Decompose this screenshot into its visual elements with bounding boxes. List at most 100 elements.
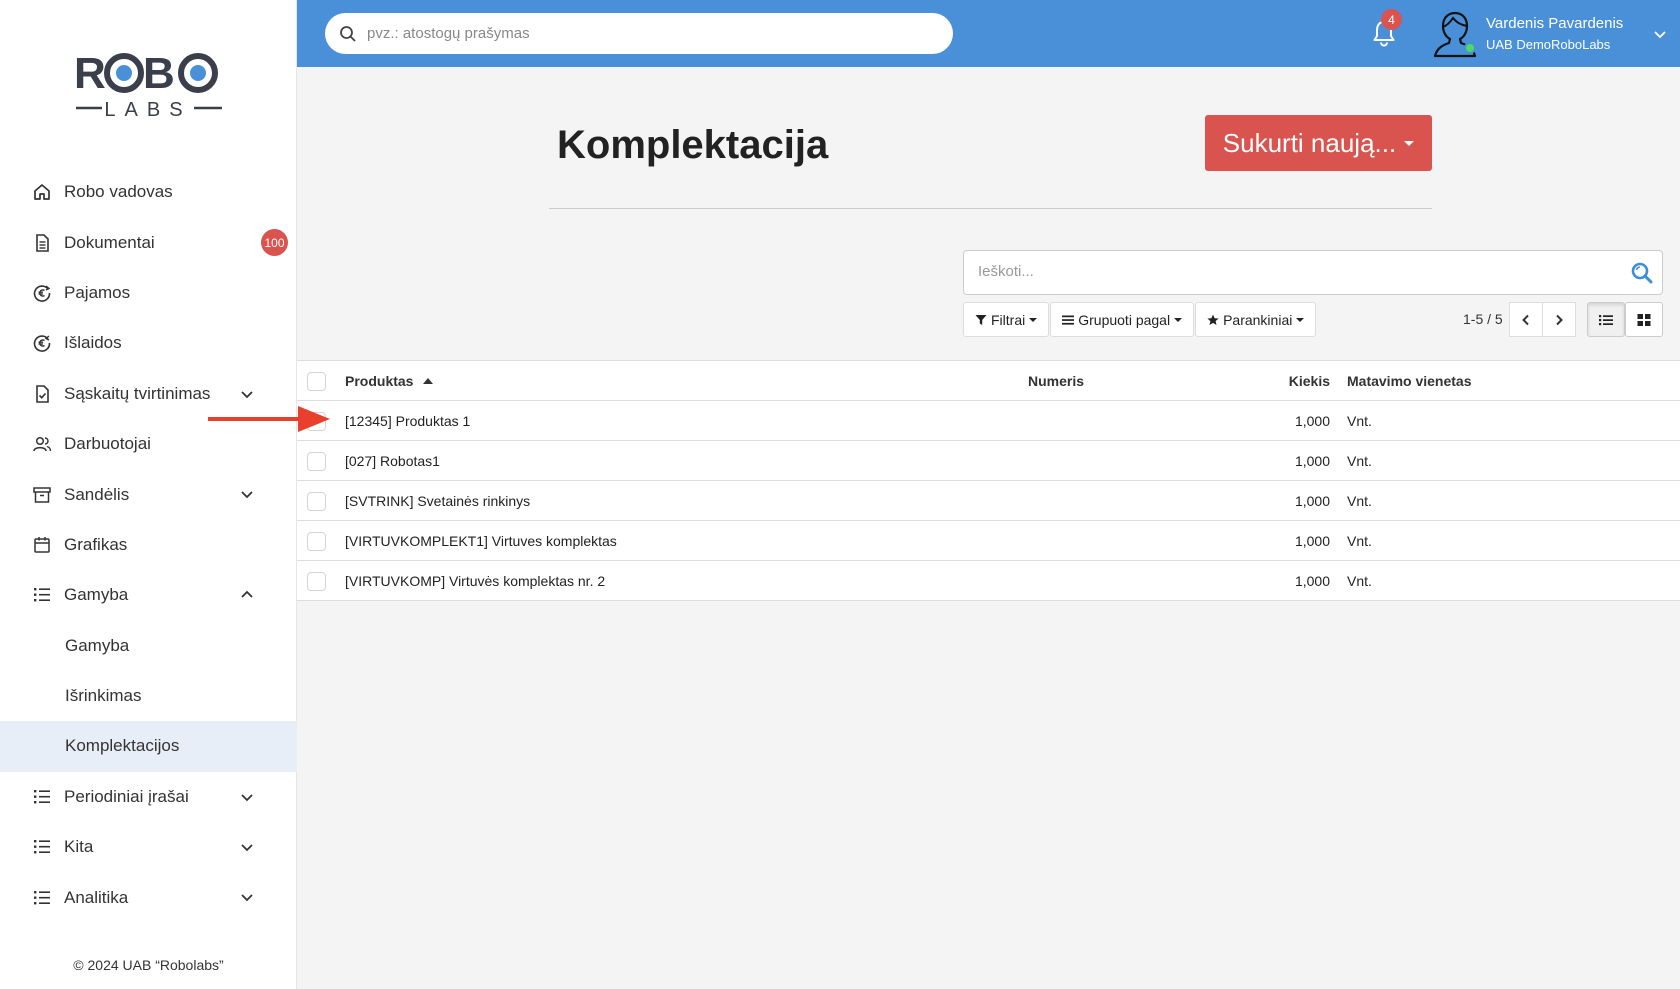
uom-cell: Vnt.: [1347, 573, 1372, 589]
table-row[interactable]: [027] Robotas1 1,000 Vnt.: [297, 441, 1680, 481]
column-header-uom[interactable]: Matavimo vienetas: [1347, 361, 1472, 401]
sidebar-item-label: Grafikas: [64, 534, 128, 554]
user-name[interactable]: Vardenis Pavardenis: [1486, 15, 1623, 32]
sidebar-item-robo-vadovas[interactable]: Robo vadovas: [0, 167, 297, 217]
bars-icon: [1062, 315, 1075, 325]
list-view-icon: [1599, 314, 1613, 325]
title-divider: [549, 208, 1432, 209]
kanban-view-button[interactable]: [1625, 302, 1663, 337]
products-table: Produktas Numeris Kiekis Matavimo vienet…: [297, 360, 1680, 601]
sidebar: R B LABS Robo vadovas Dokumentai 100 Paj…: [0, 0, 297, 989]
uom-cell: Vnt.: [1347, 413, 1372, 429]
sidebar-item-periodiniai-irasai[interactable]: Periodiniai įrašai: [0, 772, 297, 822]
column-header-quantity[interactable]: Kiekis: [297, 361, 1330, 401]
invoice-check-icon: [32, 384, 52, 404]
uom-cell: Vnt.: [1347, 453, 1372, 469]
svg-text:LABS: LABS: [104, 99, 191, 121]
group-by-label: Grupuoti pagal: [1078, 311, 1171, 328]
previous-page-button[interactable]: [1509, 302, 1543, 337]
top-bar: 4 Vardenis Pavardenis UAB DemoRoboLabs: [297, 0, 1680, 67]
svg-text:R: R: [74, 49, 105, 98]
quantity-cell: 1,000: [1294, 493, 1330, 509]
annotation-arrow-icon: [208, 406, 330, 432]
sidebar-item-kita[interactable]: Kita: [0, 822, 297, 872]
chevron-down-icon[interactable]: [239, 839, 255, 855]
list-icon: [32, 787, 52, 807]
sidebar-item-label: Išlaidos: [64, 333, 122, 353]
next-page-button[interactable]: [1542, 302, 1576, 337]
sidebar-subitem-gamyba[interactable]: Gamyba: [0, 621, 297, 671]
pager-value[interactable]: 1-5 / 5: [1463, 311, 1503, 327]
chevron-left-icon: [1522, 314, 1529, 325]
caret-down-icon: [1404, 140, 1415, 146]
search-icon: [340, 25, 356, 42]
document-icon: [32, 233, 52, 253]
table-row[interactable]: [VIRTUVKOMP] Virtuvės komplektas nr. 2 1…: [297, 561, 1680, 601]
sidebar-item-grafikas[interactable]: Grafikas: [0, 520, 297, 570]
sidebar-item-label: Darbuotojai: [64, 434, 151, 454]
global-search-input[interactable]: [367, 25, 927, 42]
sidebar-item-label: Periodiniai įrašai: [64, 786, 189, 806]
table-row[interactable]: [12345] Produktas 1 1,000 Vnt.: [297, 401, 1680, 441]
grid-view-icon: [1637, 313, 1651, 326]
sidebar-item-dokumentai[interactable]: Dokumentai 100: [0, 217, 297, 267]
list-icon: [32, 585, 52, 605]
chevron-down-icon[interactable]: [1652, 26, 1668, 42]
sidebar-item-label: Išrinkimas: [65, 686, 142, 706]
sidebar-subitem-isrinkimas[interactable]: Išrinkimas: [0, 671, 297, 721]
sidebar-subitem-komplektacijos[interactable]: Komplektacijos: [0, 721, 297, 772]
page-title: Komplektacija: [557, 123, 829, 167]
global-search[interactable]: [325, 13, 953, 54]
sidebar-item-label: Komplektacijos: [65, 736, 180, 756]
euro-expense-icon: [32, 333, 52, 353]
sidebar-item-analitika[interactable]: Analitika: [0, 872, 297, 922]
copyright-footer: © 2024 UAB “Robolabs”: [73, 957, 224, 973]
quantity-cell: 1,000: [1294, 453, 1330, 469]
calendar-icon: [32, 535, 52, 555]
list-search-input[interactable]: [978, 263, 1618, 280]
quantity-cell: 1,000: [1294, 533, 1330, 549]
filters-button[interactable]: Filtrai: [963, 302, 1050, 337]
table-header-row: Produktas Numeris Kiekis Matavimo vienet…: [297, 361, 1680, 401]
chevron-up-icon[interactable]: [239, 587, 255, 603]
list-view-button[interactable]: [1587, 302, 1625, 337]
quantity-cell: 1,000: [1294, 413, 1330, 429]
chevron-right-icon: [1556, 314, 1563, 325]
search-options-toolbar: Filtrai Grupuoti pagal Parankiniai: [963, 302, 1317, 337]
list-icon: [32, 837, 52, 857]
sidebar-item-label: Pajamos: [64, 282, 131, 302]
sidebar-item-pajamos[interactable]: Pajamos: [0, 268, 297, 318]
list-search[interactable]: [963, 250, 1663, 295]
home-icon: [32, 182, 52, 202]
user-company[interactable]: UAB DemoRoboLabs: [1486, 37, 1610, 52]
sidebar-item-label: Gamyba: [64, 585, 129, 605]
sidebar-item-gamyba[interactable]: Gamyba: [0, 570, 297, 620]
uom-cell: Vnt.: [1347, 493, 1372, 509]
caret-down-icon: [1029, 317, 1038, 322]
sidebar-item-label: Sąskaitų tvirtinimas: [64, 383, 211, 403]
chevron-down-icon[interactable]: [239, 789, 255, 805]
search-icon[interactable]: [1630, 261, 1654, 285]
sidebar-item-islaidos[interactable]: Išlaidos: [0, 318, 297, 368]
users-icon: [32, 434, 52, 454]
documents-count-badge: 100: [261, 229, 288, 257]
sidebar-item-label: Analitika: [64, 887, 129, 907]
quantity-cell: 1,000: [1294, 573, 1330, 589]
group-by-button[interactable]: Grupuoti pagal: [1050, 302, 1195, 337]
sidebar-nav: Robo vadovas Dokumentai 100 Pajamos Išla…: [0, 167, 297, 923]
table-row[interactable]: [VIRTUVKOMPLEKT1] Virtuves komplektas 1,…: [297, 521, 1680, 561]
sidebar-item-label: Robo vadovas: [64, 182, 173, 202]
create-new-button[interactable]: Sukurti naują...: [1205, 115, 1432, 171]
chevron-down-icon[interactable]: [239, 386, 255, 402]
sidebar-item-label: Gamyba: [65, 635, 130, 655]
online-status-dot: [1464, 42, 1476, 54]
table-row[interactable]: [SVTRINK] Svetainės rinkinys 1,000 Vnt.: [297, 481, 1680, 521]
filters-label: Filtrai: [991, 311, 1026, 328]
favorites-button[interactable]: Parankiniai: [1195, 302, 1317, 337]
robolabs-logo[interactable]: R B LABS: [74, 42, 224, 122]
chevron-down-icon[interactable]: [239, 486, 255, 502]
archive-icon: [32, 485, 52, 505]
chevron-down-icon[interactable]: [239, 889, 255, 905]
sidebar-item-label: Kita: [64, 837, 94, 857]
sidebar-item-sandelis[interactable]: Sandėlis: [0, 469, 297, 519]
